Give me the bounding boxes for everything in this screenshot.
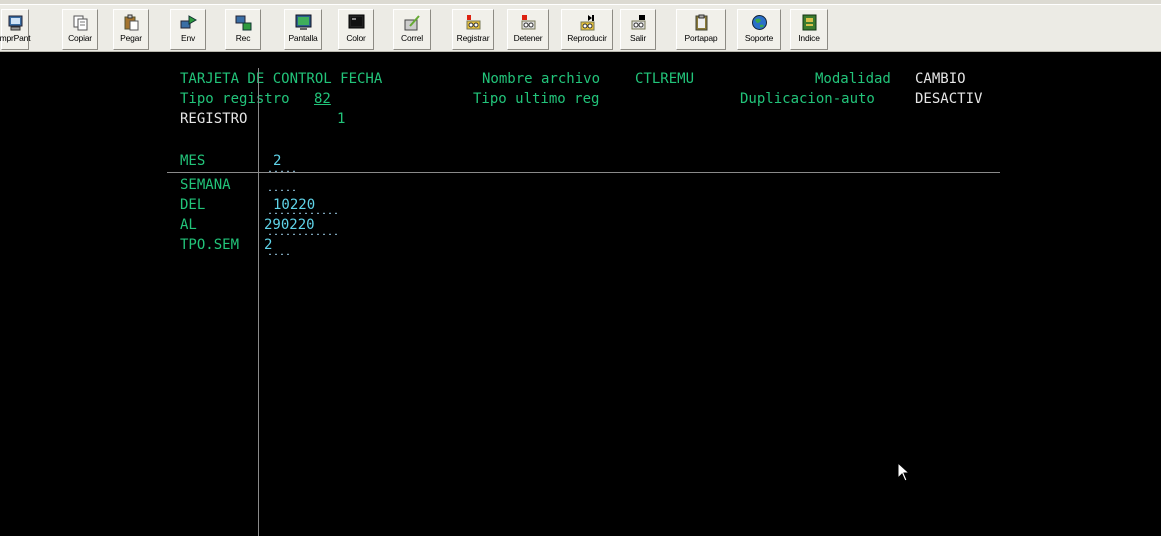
paste-icon [124, 14, 138, 31]
receive-icon [235, 15, 251, 31]
clipboard-button[interactable]: Portapap [676, 9, 726, 50]
record-button[interactable]: Registrar [452, 9, 494, 50]
field-tpo-sem-input-mask[interactable] [267, 253, 291, 255]
last-record-type-label: Tipo ultimo reg [473, 91, 600, 107]
field-value-al[interactable]: 290220 [264, 216, 315, 234]
support-button[interactable]: Soporte [737, 9, 781, 50]
mode-label: Modalidad [815, 71, 891, 87]
record-type-label: Tipo registro [180, 91, 290, 107]
copy-label: Copiar [68, 33, 92, 43]
record-label: Registrar [456, 33, 490, 43]
field-label-tpo-sem: TPO.SEM [180, 237, 240, 253]
record-type-value[interactable]: 82 [314, 90, 331, 108]
copy-icon [73, 15, 87, 31]
field-label-mes: MES [180, 153, 206, 169]
file-name-label: Nombre archivo [482, 71, 601, 87]
field-semana-input-mask[interactable] [267, 189, 295, 191]
exit-label: Salir [629, 33, 646, 43]
screen-title: TARJETA DE CONTROL FECHA [180, 71, 383, 87]
field-label-del: DEL [180, 197, 206, 213]
terminal-screen[interactable]: TARJETA DE CONTROL FECHA Nombre archivo … [5, 52, 1161, 536]
play-button[interactable]: Reproducir [561, 9, 613, 50]
exit-icon [631, 15, 645, 30]
record-label: REGISTRO [180, 111, 248, 127]
index-book-icon [802, 14, 816, 31]
send-icon [180, 15, 197, 29]
file-name-value: CTLREMU [635, 71, 695, 87]
send-button[interactable]: Env [170, 9, 206, 50]
field-del-input-mask[interactable] [267, 212, 339, 214]
correlation-icon [404, 15, 420, 31]
stop-icon [521, 15, 535, 30]
screen-vertical-divider [258, 68, 259, 536]
field-label-al: AL [180, 217, 197, 233]
screen-icon [295, 14, 311, 30]
index-label: Indice [798, 33, 820, 43]
auto-duplication-label: Duplicacion-auto [740, 91, 875, 107]
field-al-input-mask[interactable] [267, 233, 339, 235]
receive-button[interactable]: Rec [225, 9, 261, 50]
correl-label: Correl [401, 33, 423, 43]
record-icon [466, 15, 480, 30]
index-button[interactable]: Indice [790, 9, 828, 50]
exit-button[interactable]: Salir [620, 9, 656, 50]
color-label: Color [346, 33, 366, 43]
receive-label: Rec [235, 33, 251, 43]
screen-label: Pantalla [288, 33, 318, 43]
paste-button[interactable]: Pegar [113, 9, 149, 50]
print-screen-button[interactable]: mprPant [0, 9, 31, 50]
color-button[interactable]: Color [338, 9, 374, 50]
screen-button[interactable]: Pantalla [284, 9, 322, 50]
auto-duplication-value: DESACTIV [915, 91, 983, 107]
play-icon [580, 15, 594, 31]
stop-label: Detener [513, 33, 543, 43]
record-number: 1 [337, 111, 346, 127]
print-screen-label: mprPant [0, 33, 31, 43]
field-label-semana: SEMANA [180, 177, 231, 193]
color-icon [348, 14, 364, 29]
field-value-mes[interactable]: 2 [273, 152, 281, 170]
mode-value: CAMBIO [915, 71, 966, 87]
screen-horizontal-divider [167, 172, 1000, 173]
clipboard-icon [695, 14, 707, 31]
print-screen-icon [8, 15, 22, 31]
support-globe-icon [751, 15, 767, 30]
mouse-pointer-icon [897, 462, 911, 482]
send-label: Env [180, 33, 196, 43]
play-label: Reproducir [567, 33, 607, 43]
support-label: Soporte [744, 33, 774, 43]
stop-button[interactable]: Detener [507, 9, 549, 50]
copy-button[interactable]: Copiar [62, 9, 98, 50]
clipboard-label: Portapap [684, 33, 718, 43]
toolbar: mprPant Copiar Pegar Env Rec Pantalla Co… [0, 0, 1161, 52]
field-value-tpo-sem[interactable]: 2 [264, 236, 272, 254]
correl-button[interactable]: Correl [393, 9, 431, 50]
paste-label: Pegar [120, 33, 142, 43]
